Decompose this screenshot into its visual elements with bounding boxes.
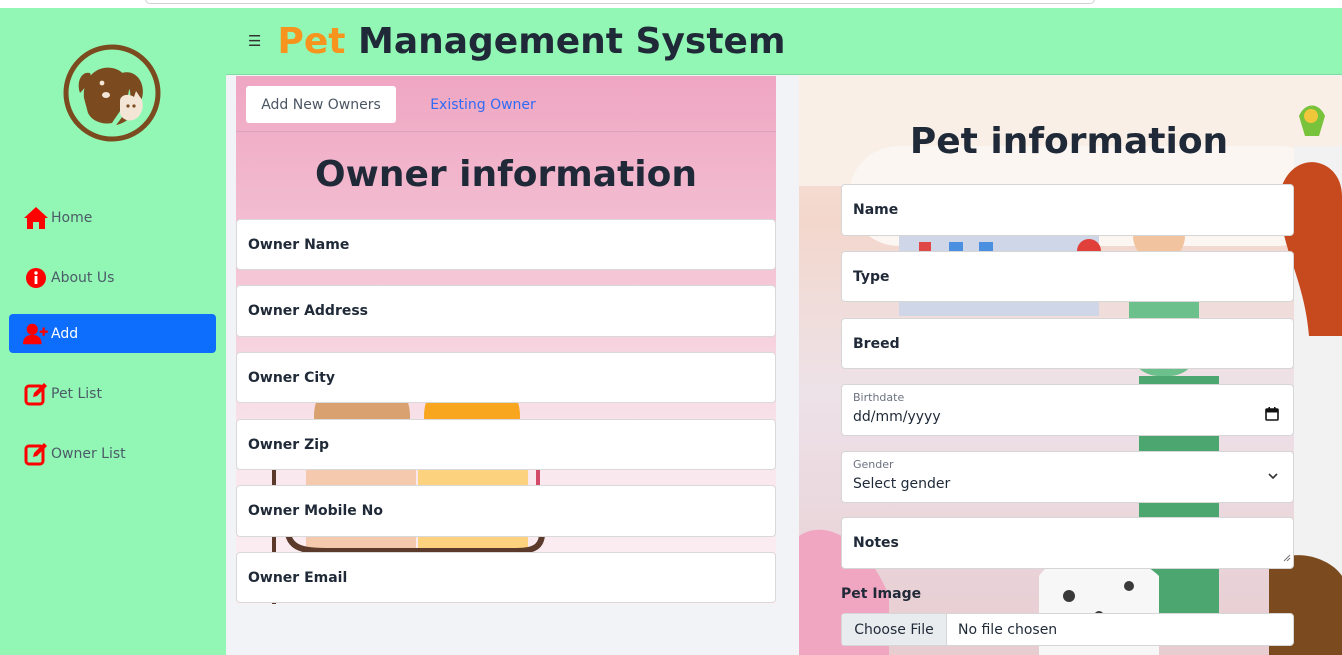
pet-image-label: Pet Image	[841, 586, 922, 602]
pet-type-label: Type	[853, 268, 890, 285]
info-icon	[23, 265, 49, 291]
sidebar-item-owner-list[interactable]: Owner List	[9, 434, 216, 473]
sidebar: Home About Us Add Pet List Owner List	[0, 8, 226, 655]
pet-information-heading: Pet information	[909, 121, 1229, 162]
owner-tabs: Add New Owners Existing Owner	[236, 76, 776, 132]
pet-name-field[interactable]: Name	[841, 184, 1294, 236]
birthdate-label: Birthdate	[853, 391, 905, 404]
hamburger-icon[interactable]: ☰	[248, 32, 261, 50]
sidebar-item-label: Add	[51, 325, 79, 342]
sidebar-item-add[interactable]: Add	[9, 314, 216, 353]
pet-type-field[interactable]: Type	[841, 251, 1294, 302]
sidebar-item-label: Owner List	[51, 445, 126, 462]
gender-value: Select gender	[853, 476, 951, 492]
gender-label: Gender	[853, 458, 894, 471]
pet-gender-select[interactable]: Gender Select gender	[841, 451, 1294, 503]
home-icon	[23, 205, 49, 231]
title-rest: Management System	[345, 20, 786, 62]
owner-information-heading: Owner information	[314, 154, 698, 195]
owner-zip-field[interactable]: Owner Zip	[236, 419, 776, 470]
title-accent: Pet	[277, 20, 346, 62]
pet-breed-field[interactable]: Breed	[841, 318, 1294, 369]
calendar-icon[interactable]	[1265, 407, 1279, 425]
sidebar-item-label: Home	[51, 209, 93, 226]
page-title: Pet Management System	[277, 21, 785, 62]
pet-breed-label: Breed	[853, 335, 900, 352]
owner-address-field[interactable]: Owner Address	[236, 285, 776, 337]
birthdate-value: dd/mm/yyyy	[853, 409, 941, 425]
address-bar-edge	[145, 0, 1095, 4]
browser-top-strip	[0, 0, 1342, 8]
owner-city-field[interactable]: Owner City	[236, 352, 776, 403]
pet-image-file-input[interactable]: Choose File No file chosen	[841, 613, 1294, 646]
pet-logo-icon	[62, 43, 162, 143]
pet-name-label: Name	[853, 202, 899, 218]
tab-add-new-owners[interactable]: Add New Owners	[246, 86, 396, 123]
file-status-text: No file chosen	[958, 621, 1058, 638]
top-header: ☰ Pet Management System	[226, 8, 1342, 75]
sidebar-item-home[interactable]: Home	[9, 198, 216, 237]
tab-existing-owner[interactable]: Existing Owner	[408, 86, 558, 123]
owner-form-panel: Add New Owners Existing Owner Owner info…	[236, 76, 776, 604]
edit-icon	[23, 441, 49, 467]
owner-mobile-field[interactable]: Owner Mobile No	[236, 485, 776, 537]
sidebar-item-pet-list[interactable]: Pet List	[9, 374, 216, 413]
owner-name-field[interactable]: Owner Name	[236, 219, 776, 270]
choose-file-button[interactable]: Choose File	[842, 614, 947, 645]
sidebar-item-label: Pet List	[51, 385, 102, 402]
chevron-down-icon	[1267, 470, 1279, 486]
pet-notes-textarea[interactable]: Notes	[841, 517, 1294, 569]
pet-notes-label: Notes	[853, 535, 899, 551]
resize-grip-icon[interactable]	[1281, 550, 1291, 566]
pet-form-panel: Pet information Name Type Breed Birthdat…	[799, 76, 1342, 655]
owner-email-field[interactable]: Owner Email	[236, 552, 776, 603]
sidebar-item-about-us[interactable]: About Us	[9, 258, 216, 297]
add-user-icon	[23, 321, 49, 347]
edit-icon	[23, 381, 49, 407]
sidebar-item-label: About Us	[51, 269, 115, 286]
pet-birthdate-field[interactable]: Birthdate dd/mm/yyyy	[841, 384, 1294, 436]
